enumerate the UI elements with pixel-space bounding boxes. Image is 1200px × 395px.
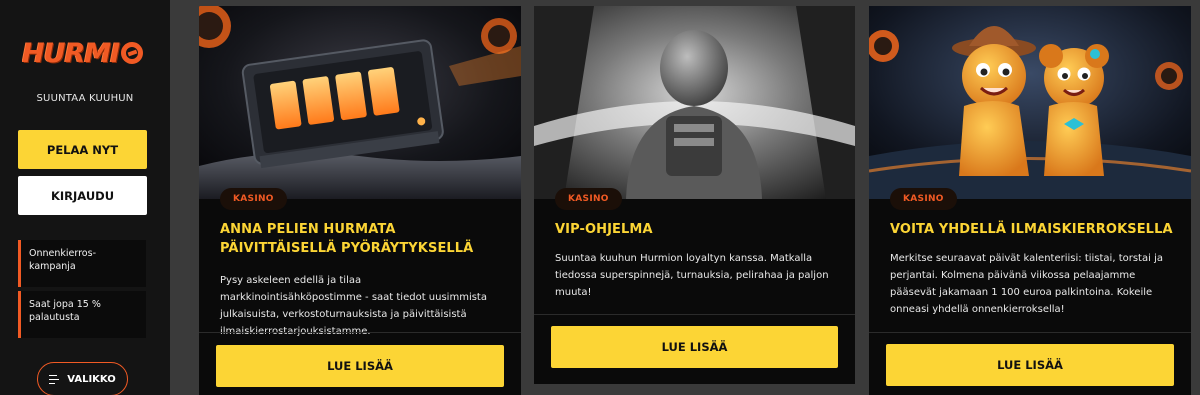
promo-card-daily-spin: KASINO ANNA PELIEN HURMATA PÄIVITTÄISELL…	[199, 6, 521, 395]
gingerbread-characters-image	[869, 6, 1191, 199]
card-title: VOITA YHDELLÄ ILMAISKIERROKSELLA	[890, 222, 1173, 237]
card-divider	[199, 332, 521, 333]
hurmio-logo[interactable]: HURMI	[22, 38, 146, 68]
menu-button[interactable]: VALIKKO	[37, 362, 128, 395]
play-now-button[interactable]: PELAA NYT	[18, 130, 147, 169]
hamburger-icon	[49, 374, 60, 384]
promo-card-vip: KASINO VIP-OHJELMA Suuntaa kuuhun Hurmio…	[534, 6, 855, 384]
card-divider	[869, 332, 1191, 333]
login-button[interactable]: KIRJAUDU	[18, 176, 147, 215]
category-badge: KASINO	[890, 188, 957, 210]
tagline: SUUNTAA KUUHUN	[36, 93, 134, 104]
card-title: VIP-OHJELMA	[555, 222, 653, 237]
card-description: Merkitse seuraavat päivät kalenteriisi: …	[890, 253, 1163, 315]
sidebar: HURMI SUUNTAA KUUHUN PELAA NYT KIRJAUDU …	[0, 0, 170, 395]
promo-link-cashback[interactable]: Saat jopa 15 % palautusta	[18, 291, 146, 338]
slot-machine-spaceship-image	[199, 6, 521, 199]
card-title: ANNA PELIEN HURMATA PÄIVITTÄISELLÄ PYÖRÄ…	[220, 222, 474, 256]
astronaut-image	[534, 6, 855, 199]
card-description: Suuntaa kuuhun Hurmion loyaltyn kanssa. …	[555, 253, 829, 298]
logo-text: HURMI	[22, 38, 120, 68]
category-badge: KASINO	[555, 188, 622, 210]
menu-button-label: VALIKKO	[67, 373, 116, 385]
read-more-button[interactable]: LUE LISÄÄ	[216, 345, 504, 387]
category-badge: KASINO	[220, 188, 287, 210]
logo-ring-icon	[121, 42, 144, 64]
promo-link-lucky-spin[interactable]: Onnenkierros-kampanja	[18, 240, 146, 287]
promo-card-free-spin: KASINO VOITA YHDELLÄ ILMAISKIERROKSELLA …	[869, 6, 1191, 395]
card-description: Pysy askeleen edellä ja tilaa markkinoin…	[220, 275, 487, 337]
read-more-button[interactable]: LUE LISÄÄ	[886, 344, 1174, 386]
read-more-button[interactable]: LUE LISÄÄ	[551, 326, 838, 368]
card-divider	[534, 314, 855, 315]
